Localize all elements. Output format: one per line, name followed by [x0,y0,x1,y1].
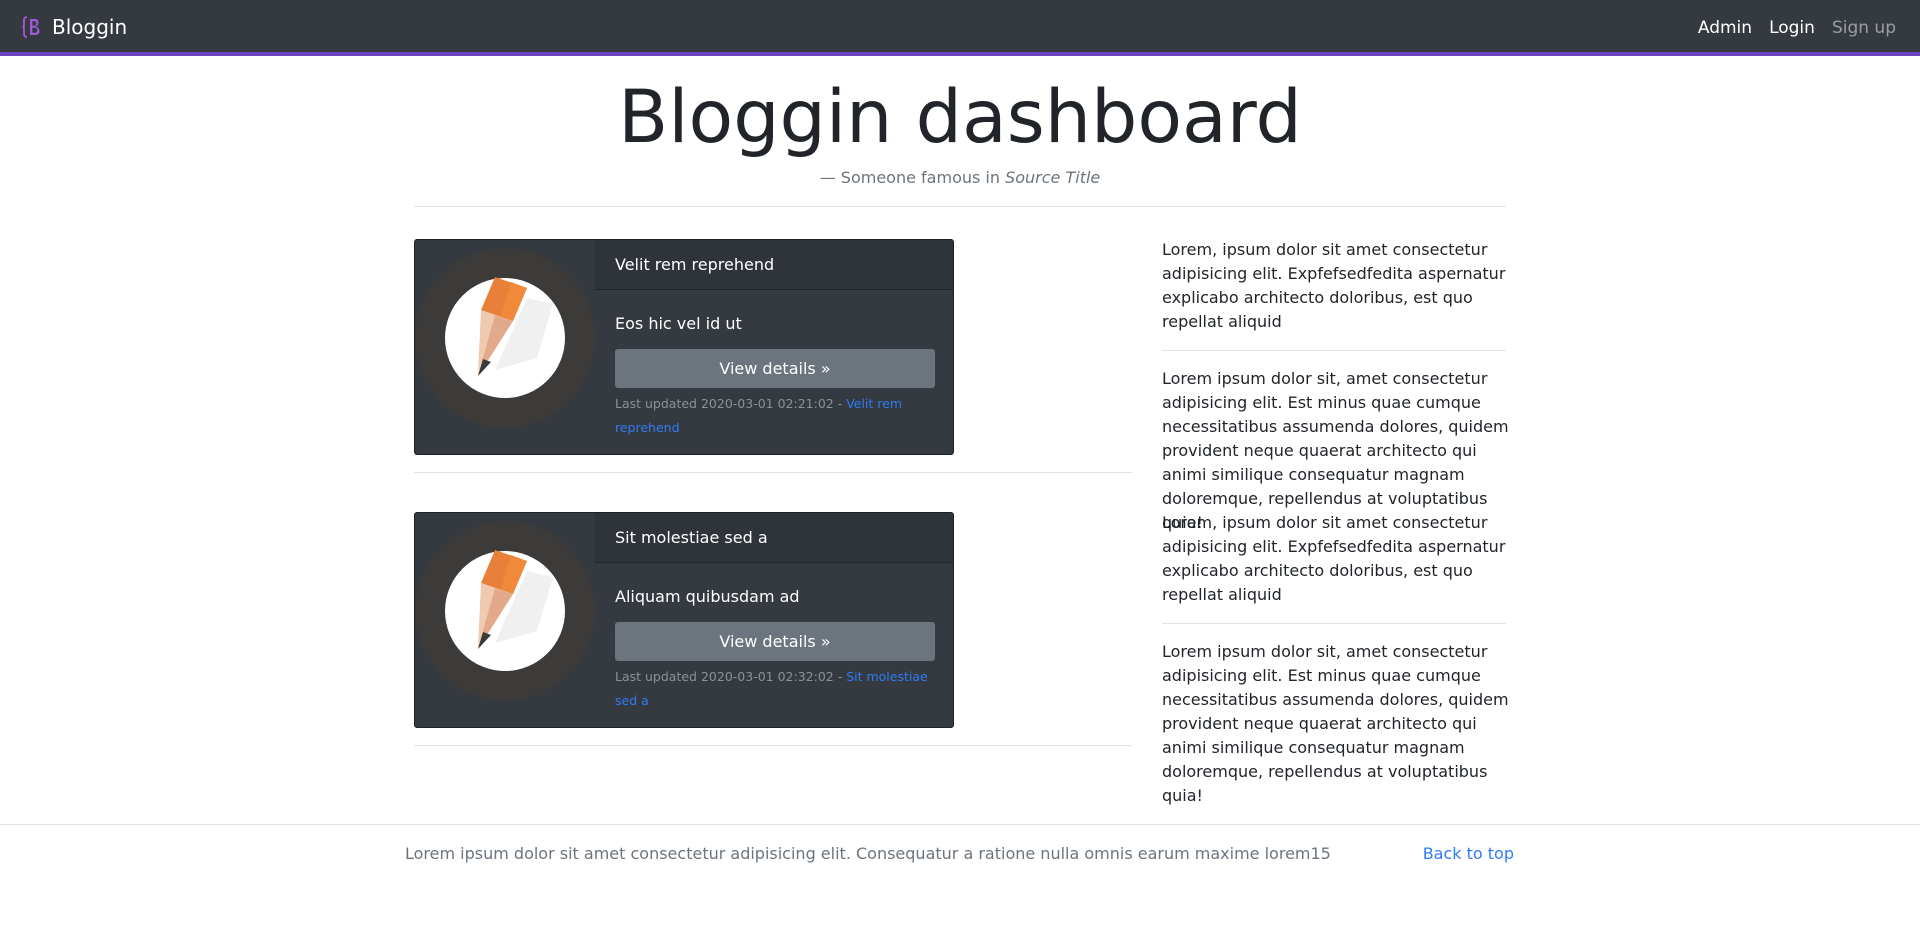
post-title: Sit molestiae sed a [595,513,953,563]
post-title: Velit rem reprehend [595,240,953,290]
post-updated-info: Last updated 2020-03-01 02:21:02 - Velit… [615,392,940,440]
post-subtitle: Aliquam quibusdam ad [615,587,800,606]
header-divider [414,206,1506,207]
attribution-source: Source Title [1005,168,1101,187]
attribution-prefix: — Someone famous in [819,168,1006,187]
updated-timestamp: Last updated 2020-03-01 02:21:02 - [615,396,847,411]
post-divider [414,472,1132,473]
sidebar-paragraph: Lorem, ipsum dolor sit amet consectetur … [1162,240,1506,331]
post-card: Sit molestiae sed a Aliquam quibusdam ad… [414,512,954,728]
pencil-icon [415,240,595,454]
sidebar-paragraph: Lorem, ipsum dolor sit amet consectetur … [1162,513,1506,604]
sidebar-paragraph: Lorem ipsum dolor sit, amet consectetur … [1162,642,1509,805]
post-subtitle: Eos hic vel id ut [615,314,742,333]
sidebar-divider [1162,350,1506,351]
nav-links: Admin Login Sign up [1681,16,1896,40]
post-divider [414,745,1132,746]
post-card: Velit rem reprehend Eos hic vel id ut Vi… [414,239,954,455]
sidebar-paragraph: Lorem ipsum dolor sit, amet consectetur … [1162,369,1509,532]
footer-text: Lorem ipsum dolor sit amet consectetur a… [405,844,1331,863]
navbar: Bloggin Admin Login Sign up [0,0,1920,56]
view-details-button[interactable]: View details » [615,349,935,388]
updated-timestamp: Last updated 2020-03-01 02:32:02 - [615,669,847,684]
post-updated-info: Last updated 2020-03-01 02:32:02 - Sit m… [615,665,940,713]
brand-link[interactable]: Bloggin [22,14,127,40]
brand-name: Bloggin [52,15,128,39]
bloggin-logo-icon [22,16,40,38]
nav-admin-link[interactable]: Admin [1698,16,1752,40]
quote-attribution: — Someone famous in Source Title [0,166,1920,190]
page-title: Bloggin dashboard [618,75,1302,160]
pencil-icon [415,513,595,727]
back-to-top-link[interactable]: Back to top [1423,842,1514,866]
sidebar-divider [1162,623,1506,624]
view-details-button[interactable]: View details » [615,622,935,661]
nav-signup-link[interactable]: Sign up [1832,16,1896,40]
nav-login-link[interactable]: Login [1769,16,1815,40]
footer-divider [0,824,1920,825]
